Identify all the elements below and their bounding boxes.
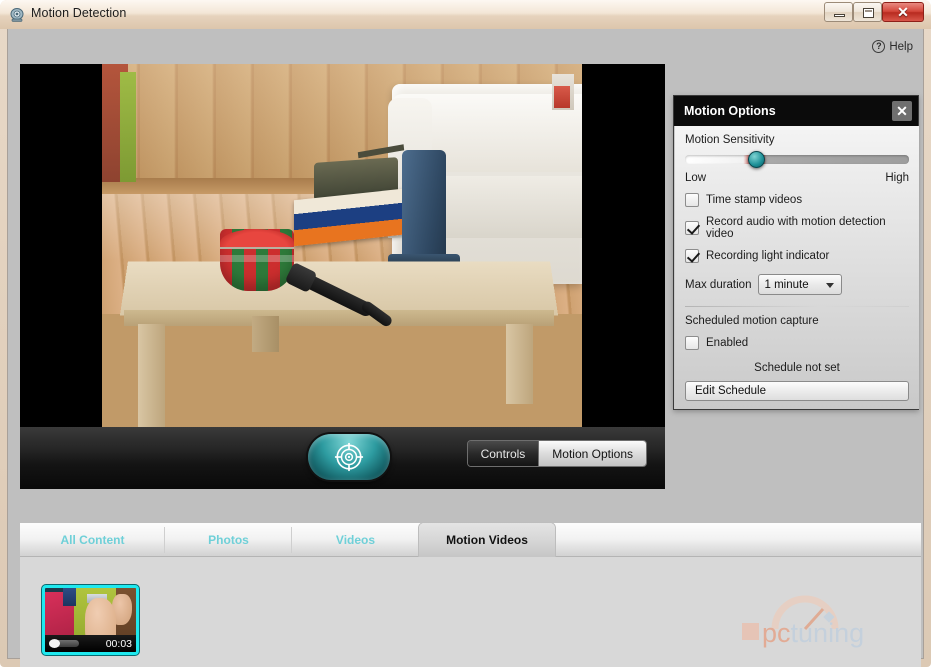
panel-close-button[interactable]: ✕ <box>892 101 912 121</box>
close-window-button[interactable]: ✕ <box>882 2 924 22</box>
preview-control-bar: Controls Motion Options <box>20 427 665 489</box>
max-duration-select[interactable]: 1 minute <box>758 274 843 295</box>
motion-options-title: Motion Options <box>684 104 776 118</box>
pctuning-watermark: pctuning <box>742 595 864 648</box>
application-window: Motion Detection ✕ ? Help Controls Motio… <box>0 0 931 667</box>
content-tabs: All Content Photos Videos Motion Videos <box>20 523 921 557</box>
edit-schedule-button[interactable]: Edit Schedule <box>685 381 909 401</box>
scene-speaker <box>388 150 460 270</box>
window-title: Motion Detection <box>31 6 127 20</box>
video-duration: 00:03 <box>105 637 132 650</box>
sensitivity-label: Motion Sensitivity <box>685 134 775 146</box>
help-label: Help <box>889 40 913 53</box>
title-bar: Motion Detection ✕ <box>0 0 931 29</box>
video-frame <box>20 64 665 427</box>
record-audio-checkbox[interactable] <box>685 221 699 235</box>
close-icon: ✕ <box>897 3 909 20</box>
motion-options-header: Motion Options ✕ <box>674 96 918 126</box>
scene-plaid-bowl <box>220 229 294 291</box>
playback-progress[interactable] <box>49 639 79 648</box>
record-audio-checkbox-label: Record audio with motion detection video <box>706 216 886 240</box>
timestamp-checkbox-label: Time stamp videos <box>706 194 803 206</box>
help-link[interactable]: ? Help <box>872 40 913 53</box>
recording-light-checkbox-row[interactable]: Recording light indicator <box>685 249 909 263</box>
scene-red-box <box>554 86 570 108</box>
motion-capture-button[interactable] <box>308 434 390 480</box>
recording-light-checkbox-label: Recording light indicator <box>706 250 830 262</box>
scene-green-wall <box>120 72 136 182</box>
question-circle-icon: ? <box>872 40 886 53</box>
motion-options-panel: Motion Options ✕ Motion Sensitivity Low … <box>673 95 919 410</box>
schedule-enabled-row[interactable]: Enabled <box>685 336 909 350</box>
record-audio-checkbox-row[interactable]: Record audio with motion detection video <box>685 216 909 240</box>
scene-table-leg <box>138 324 165 427</box>
crosshair-target-icon <box>334 442 364 472</box>
sensitivity-slider-thumb[interactable] <box>748 151 765 168</box>
tab-videos[interactable]: Videos <box>292 523 419 557</box>
scene-table-leg <box>506 324 533 404</box>
tab-motion-videos[interactable]: Motion Videos <box>419 523 555 557</box>
recording-light-checkbox[interactable] <box>685 249 699 263</box>
minimize-button[interactable] <box>824 2 853 22</box>
camera-image <box>102 64 582 427</box>
camera-preview[interactable]: Controls Motion Options <box>20 64 665 489</box>
schedule-status: Schedule not set <box>754 362 840 374</box>
tab-all-content[interactable]: All Content <box>20 523 165 557</box>
svg-text:pctuning: pctuning <box>762 618 864 648</box>
scene-table-leg <box>252 316 279 352</box>
preview-mode-toggle: Controls Motion Options <box>466 440 647 467</box>
chevron-down-icon <box>826 283 835 288</box>
sensitivity-scale: Low High <box>685 172 909 184</box>
tab-photos[interactable]: Photos <box>165 523 292 557</box>
content-list: 00:03 pctuning <box>20 557 921 667</box>
thumb-blue-object <box>63 588 76 606</box>
max-duration-row: Max duration 1 minute <box>685 274 909 295</box>
webcam-icon <box>10 8 24 22</box>
timestamp-checkbox-row[interactable]: Time stamp videos <box>685 193 909 207</box>
sensitivity-slider[interactable] <box>685 151 909 168</box>
list-item[interactable]: 00:03 <box>42 585 139 655</box>
panel-divider <box>685 306 909 307</box>
max-duration-value: 1 minute <box>764 278 809 291</box>
motion-options-body: Motion Sensitivity Low High Time stamp v… <box>675 126 919 409</box>
sensitivity-low-label: Low <box>685 172 707 184</box>
max-duration-label: Max duration <box>685 278 752 291</box>
scene-table-edge <box>124 310 554 326</box>
sensitivity-high-label: High <box>885 172 909 184</box>
schedule-enabled-checkbox[interactable] <box>685 336 699 350</box>
scheduled-capture-label: Scheduled motion capture <box>685 315 819 327</box>
timestamp-checkbox[interactable] <box>685 193 699 207</box>
controls-tab-button[interactable]: Controls <box>467 441 539 466</box>
schedule-enabled-label: Enabled <box>706 337 749 349</box>
motion-options-tab-button[interactable]: Motion Options <box>538 441 646 466</box>
thumbnail-playbar[interactable]: 00:03 <box>45 635 136 652</box>
maximize-icon <box>863 8 874 18</box>
client-area: ? Help Controls Motion Options Motion Op… <box>7 29 924 667</box>
maximize-button[interactable] <box>853 2 882 22</box>
minimize-icon <box>834 14 845 17</box>
